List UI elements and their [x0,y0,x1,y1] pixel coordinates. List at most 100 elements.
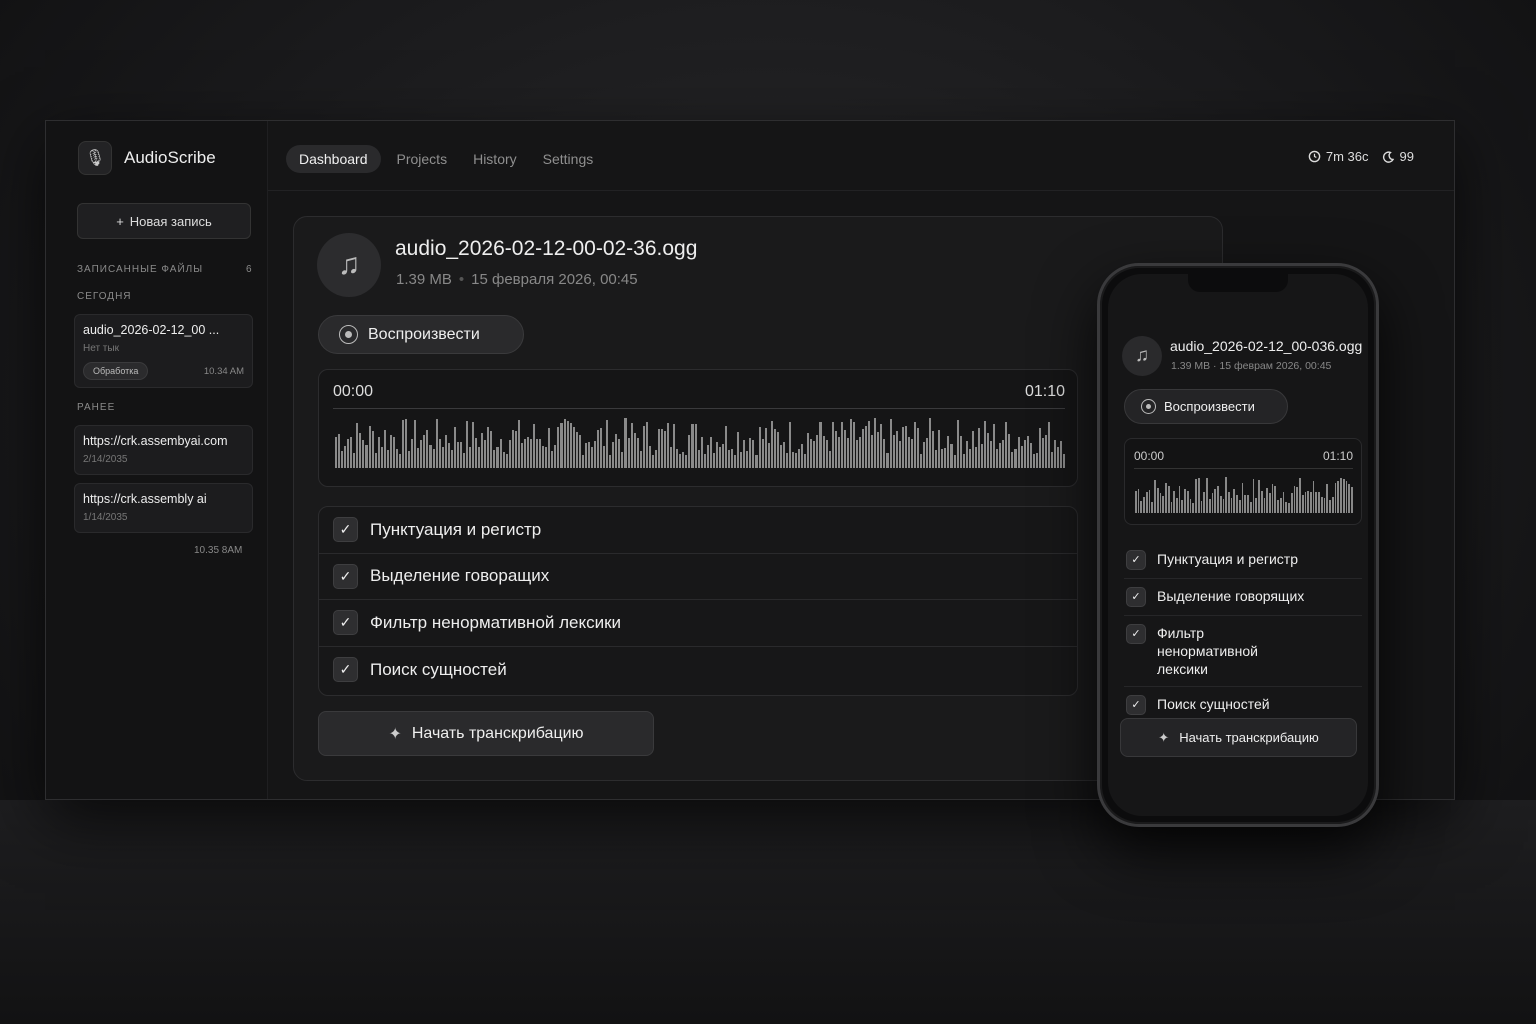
waveform-bar [983,421,987,468]
waveform[interactable] [335,418,1066,468]
checkbox-checked-icon[interactable]: ✓ [333,517,358,543]
waveform-bar [728,450,731,468]
checkbox-checked-icon[interactable]: ✓ [1126,587,1146,607]
waveform-bar [557,426,560,468]
new-recording-button[interactable]: + Новая запись [77,203,251,239]
app-logo[interactable]: 🎙 AudioScribe [78,141,216,175]
checkbox-checked-icon[interactable]: ✓ [333,610,358,636]
waveform-bar [1266,487,1268,513]
waveform-bar [798,448,801,468]
waveform-bar [822,435,825,468]
waveform-bar [673,424,676,468]
waveform-bar [1148,490,1151,513]
waveform-bar [1154,480,1156,513]
waveform-bar [402,420,405,468]
waveform-bar [706,445,709,468]
waveform-bar [779,445,782,468]
waveform-bar [1318,492,1320,513]
waveform-bar [792,452,795,468]
play-icon [339,325,358,344]
waveform-player[interactable]: 00:00 01:10 [318,369,1078,487]
option-speaker-labels[interactable]: ✓ Выделение говорящих [1124,579,1362,616]
waveform-bar [1274,486,1277,513]
waveform-bar [624,418,627,468]
file-detail-card: ♫ audio_2026-02-12-00-02-36.ogg 1.39 MB … [293,216,1223,781]
waveform-bar [1326,483,1329,513]
phone-waveform-player[interactable]: 00:00 01:10 [1124,438,1362,525]
waveform-bar [405,419,408,468]
phone-start-transcription-button[interactable]: ✦ Начать транскрибацию [1120,718,1357,757]
waveform-bar [462,452,466,468]
nav-tabs: Dashboard Projects History Settings [286,145,603,173]
file-item-earlier-1[interactable]: https://crk.assembyai.com 2/14/2035 [74,425,253,475]
waveform-bar [801,444,804,468]
waveform-bar [1310,492,1312,513]
waveform-bar [1307,490,1309,513]
waveform-bar [868,421,871,468]
tab-settings[interactable]: Settings [533,145,604,173]
option-speaker-labels[interactable]: ✓ Выделение говоращих [319,554,1077,600]
waveform-bar [1304,492,1307,513]
waveform-bar [987,433,990,468]
waveform-bar [999,442,1002,468]
tab-history[interactable]: History [463,145,527,173]
checkbox-checked-icon[interactable]: ✓ [333,563,358,589]
checkbox-checked-icon[interactable]: ✓ [1126,624,1146,644]
waveform-bar [1020,446,1023,468]
count-value: 99 [1399,149,1414,164]
tab-dashboard[interactable]: Dashboard [286,145,381,173]
option-entity-detection[interactable]: ✓ Поиск сущностей [319,647,1077,694]
checkbox-checked-icon[interactable]: ✓ [1126,550,1146,570]
waveform-bar [1290,492,1293,513]
waveform-bar [542,445,545,468]
waveform-bar [408,450,411,468]
waveform-bar [661,429,664,468]
checkbox-checked-icon[interactable]: ✓ [333,657,358,683]
waveform-bar [941,449,944,468]
option-punctuation[interactable]: ✓ Пунктуация и регистр [319,507,1077,554]
waveform-bar [1023,440,1026,468]
phone-play-button[interactable]: Воспроизвести [1124,389,1288,424]
waveform-bar [667,422,670,468]
waveform-bar [392,437,395,468]
file-item-today[interactable]: audio_2026-02-12_00 ... Нет тык Обработк… [74,314,253,388]
waveform-bar [1192,502,1195,513]
waveform-bar [590,447,593,468]
waveform-bar [877,431,880,468]
waveform-bar [1296,486,1299,513]
waveform-bar [700,436,703,468]
waveform-bar [514,431,517,468]
waveform-bar [944,448,947,468]
waveform-bar [627,438,630,468]
waveform-bar [1249,501,1252,513]
file-item-name: https://crk.assembly ai [83,492,207,506]
start-transcription-button[interactable]: ✦ Начать транскрибацию [318,711,654,756]
waveform-bar [1044,434,1047,468]
waveform-bar [389,434,392,468]
sidebar: 🎙 AudioScribe + Новая запись Записанные … [46,121,268,799]
progress-track[interactable] [1134,468,1353,469]
waveform-bar [1008,434,1011,468]
waveform-bar [709,437,712,468]
checkbox-checked-icon[interactable]: ✓ [1126,695,1146,715]
play-button[interactable]: Воспроизвести [318,315,524,354]
waveform-bar [1227,491,1230,513]
waveform-bar [575,431,578,468]
wave-start-time: 00:00 [1134,449,1165,463]
option-punctuation[interactable]: ✓ Пунктуация и регистр [1124,542,1362,579]
file-item-date: 1/14/2035 [83,512,128,523]
waveform-bar [420,439,423,468]
waveform-bar [1047,421,1051,468]
waveform-bar [347,438,350,468]
option-profanity-filter[interactable]: ✓ Фильтр ненормативной лексики [1124,616,1362,687]
waveform-bar [712,453,715,468]
tab-projects[interactable]: Projects [387,145,458,173]
waveform-bar [862,429,865,468]
option-profanity-filter[interactable]: ✓ Фильтр ненормативной лексики [319,600,1077,647]
waveform-bar [1252,479,1255,513]
progress-track[interactable] [333,408,1065,409]
waveform-bar [536,438,539,468]
waveform[interactable] [1135,477,1353,513]
waveform-bar [1156,488,1159,513]
file-item-earlier-2[interactable]: https://crk.assembly ai 1/14/2035 [74,483,253,533]
